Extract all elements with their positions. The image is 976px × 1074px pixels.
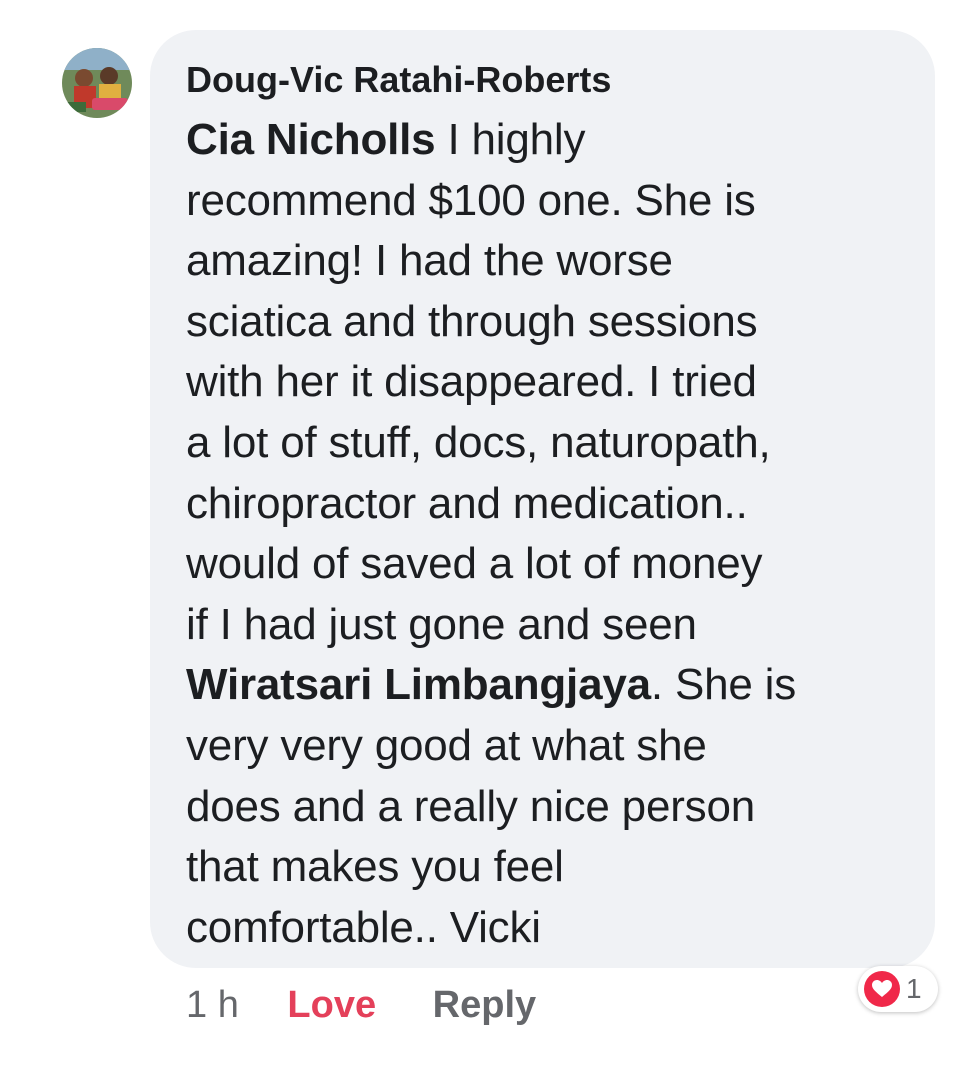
comment-line: amazing! I had the worse xyxy=(186,236,673,286)
comment-line-text: I highly xyxy=(435,115,586,164)
comment-line: that makes you feel xyxy=(186,842,564,892)
comment-line: does and a really nice person xyxy=(186,781,756,831)
avatar-photo xyxy=(62,48,132,118)
comment-line: comfortable.. Vicki xyxy=(186,902,541,952)
love-button[interactable]: Love xyxy=(287,984,376,1026)
comment-timestamp[interactable]: 1 h xyxy=(186,984,239,1026)
mention-link[interactable]: Cia Nicholls xyxy=(186,115,436,164)
comment-text: Cia Nicholls I highly recommend $100 one… xyxy=(186,110,921,958)
comment-line-text: . She is xyxy=(650,660,797,710)
comment-actions: 1 h Love Reply xyxy=(186,980,536,1030)
comment-line: very very good at what she xyxy=(186,720,707,770)
comment-line: Wiratsari Limbangjaya. She is xyxy=(186,655,921,716)
mention-link[interactable]: Wiratsari Limbangjaya xyxy=(186,660,651,709)
comment-line: a lot of stuff, docs, naturopath, xyxy=(186,417,771,467)
comment-line: sciatica and through sessions xyxy=(186,296,758,346)
reaction-count: 1 xyxy=(906,973,922,1004)
reaction-summary[interactable]: 1 xyxy=(858,966,938,1012)
comment-line: with her it disappeared. I tried xyxy=(186,357,757,407)
reply-button[interactable]: Reply xyxy=(433,984,536,1026)
comment-author-name[interactable]: Doug-Vic Ratahi-Roberts xyxy=(186,58,611,102)
avatar[interactable] xyxy=(62,48,132,118)
comment-line: if I had just gone and seen xyxy=(186,599,697,649)
heart-icon xyxy=(864,971,900,1007)
comment-line: chiropractor and medication.. xyxy=(186,478,748,528)
comment-line: recommend $100 one. She is xyxy=(186,175,756,225)
comment-line: would of saved a lot of money xyxy=(186,539,763,589)
comment-line: Cia Nicholls I highly xyxy=(186,110,921,171)
